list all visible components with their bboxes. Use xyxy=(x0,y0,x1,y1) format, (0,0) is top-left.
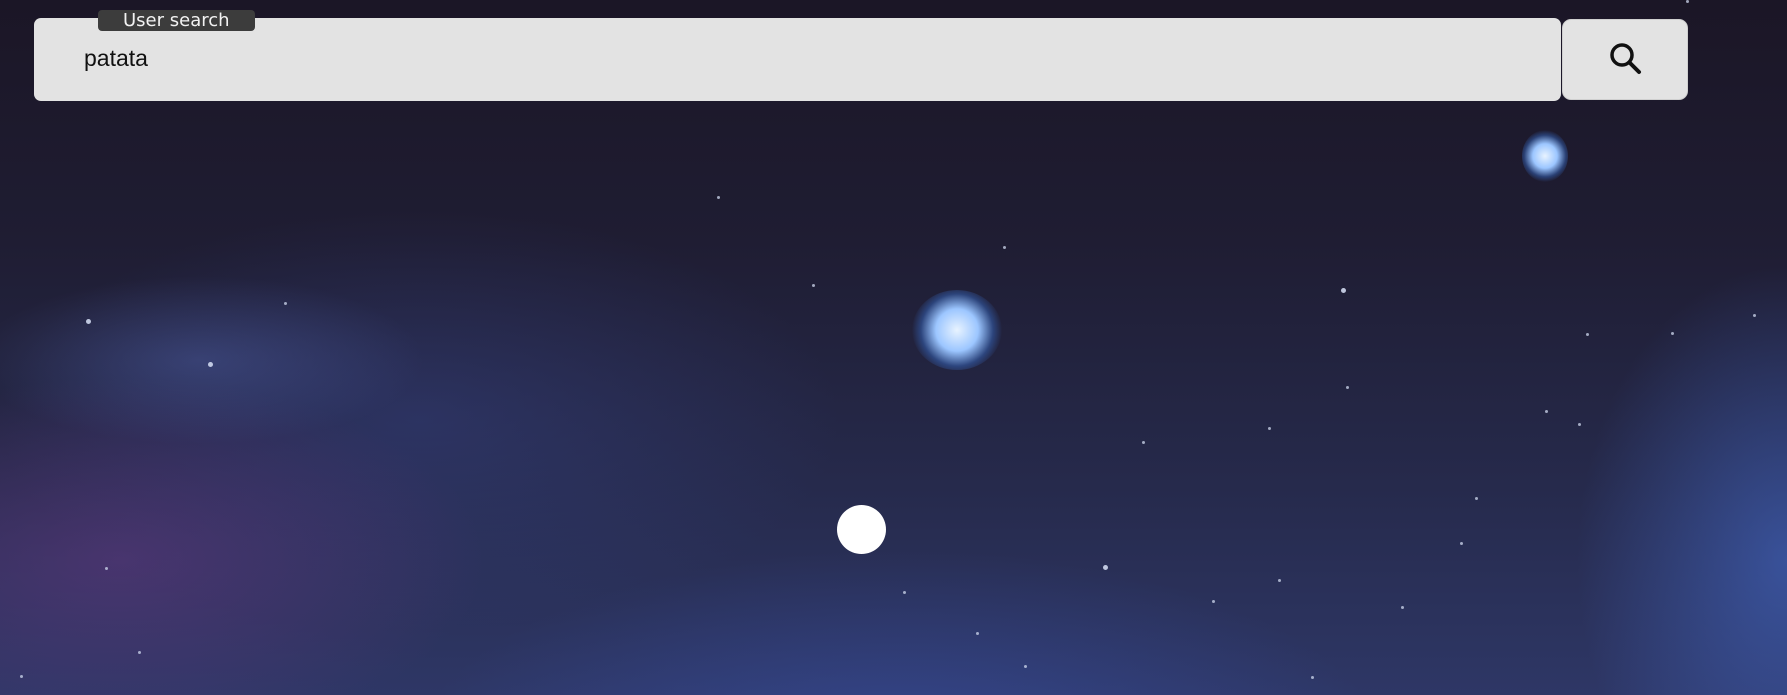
star xyxy=(1346,386,1349,389)
star xyxy=(1586,333,1589,336)
star xyxy=(1311,676,1314,679)
star xyxy=(1475,497,1478,500)
star xyxy=(1278,579,1281,582)
nebula-glow xyxy=(912,290,1002,370)
star xyxy=(86,319,91,324)
star xyxy=(138,651,141,654)
search-field-label: User search xyxy=(98,10,255,31)
star xyxy=(1401,606,1404,609)
star xyxy=(208,362,213,367)
star xyxy=(812,284,815,287)
star xyxy=(20,675,23,678)
star xyxy=(1341,288,1346,293)
star xyxy=(1212,600,1215,603)
user-search-field: User search xyxy=(34,10,1561,101)
star xyxy=(284,302,287,305)
star xyxy=(1003,246,1006,249)
nebula-glow xyxy=(1522,130,1568,182)
search-icon xyxy=(1607,40,1643,80)
star xyxy=(105,567,108,570)
star xyxy=(1671,332,1674,335)
search-input[interactable] xyxy=(84,38,1524,78)
star xyxy=(1268,427,1271,430)
star xyxy=(1460,542,1463,545)
star xyxy=(1024,665,1027,668)
star xyxy=(903,591,906,594)
star xyxy=(1753,314,1756,317)
touch-cursor-indicator xyxy=(837,505,886,554)
search-box[interactable] xyxy=(34,18,1561,101)
search-button[interactable] xyxy=(1562,19,1688,100)
star xyxy=(976,632,979,635)
star xyxy=(1578,423,1581,426)
night-sky-wallpaper xyxy=(0,0,1787,695)
star xyxy=(1686,0,1689,3)
star xyxy=(1142,441,1145,444)
star xyxy=(1545,410,1548,413)
star xyxy=(1103,565,1108,570)
star xyxy=(717,196,720,199)
